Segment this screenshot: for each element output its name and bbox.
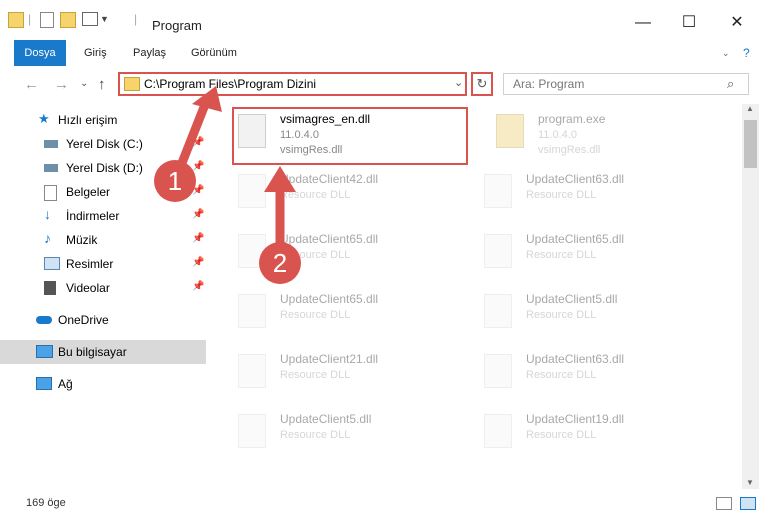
- step-badge-2: 2: [259, 242, 301, 284]
- annotation-overlay: [175, 86, 296, 255]
- step-badge-1: 1: [154, 160, 196, 202]
- arrow-to-address-bar: [175, 86, 222, 173]
- arrow-to-file: [264, 166, 296, 255]
